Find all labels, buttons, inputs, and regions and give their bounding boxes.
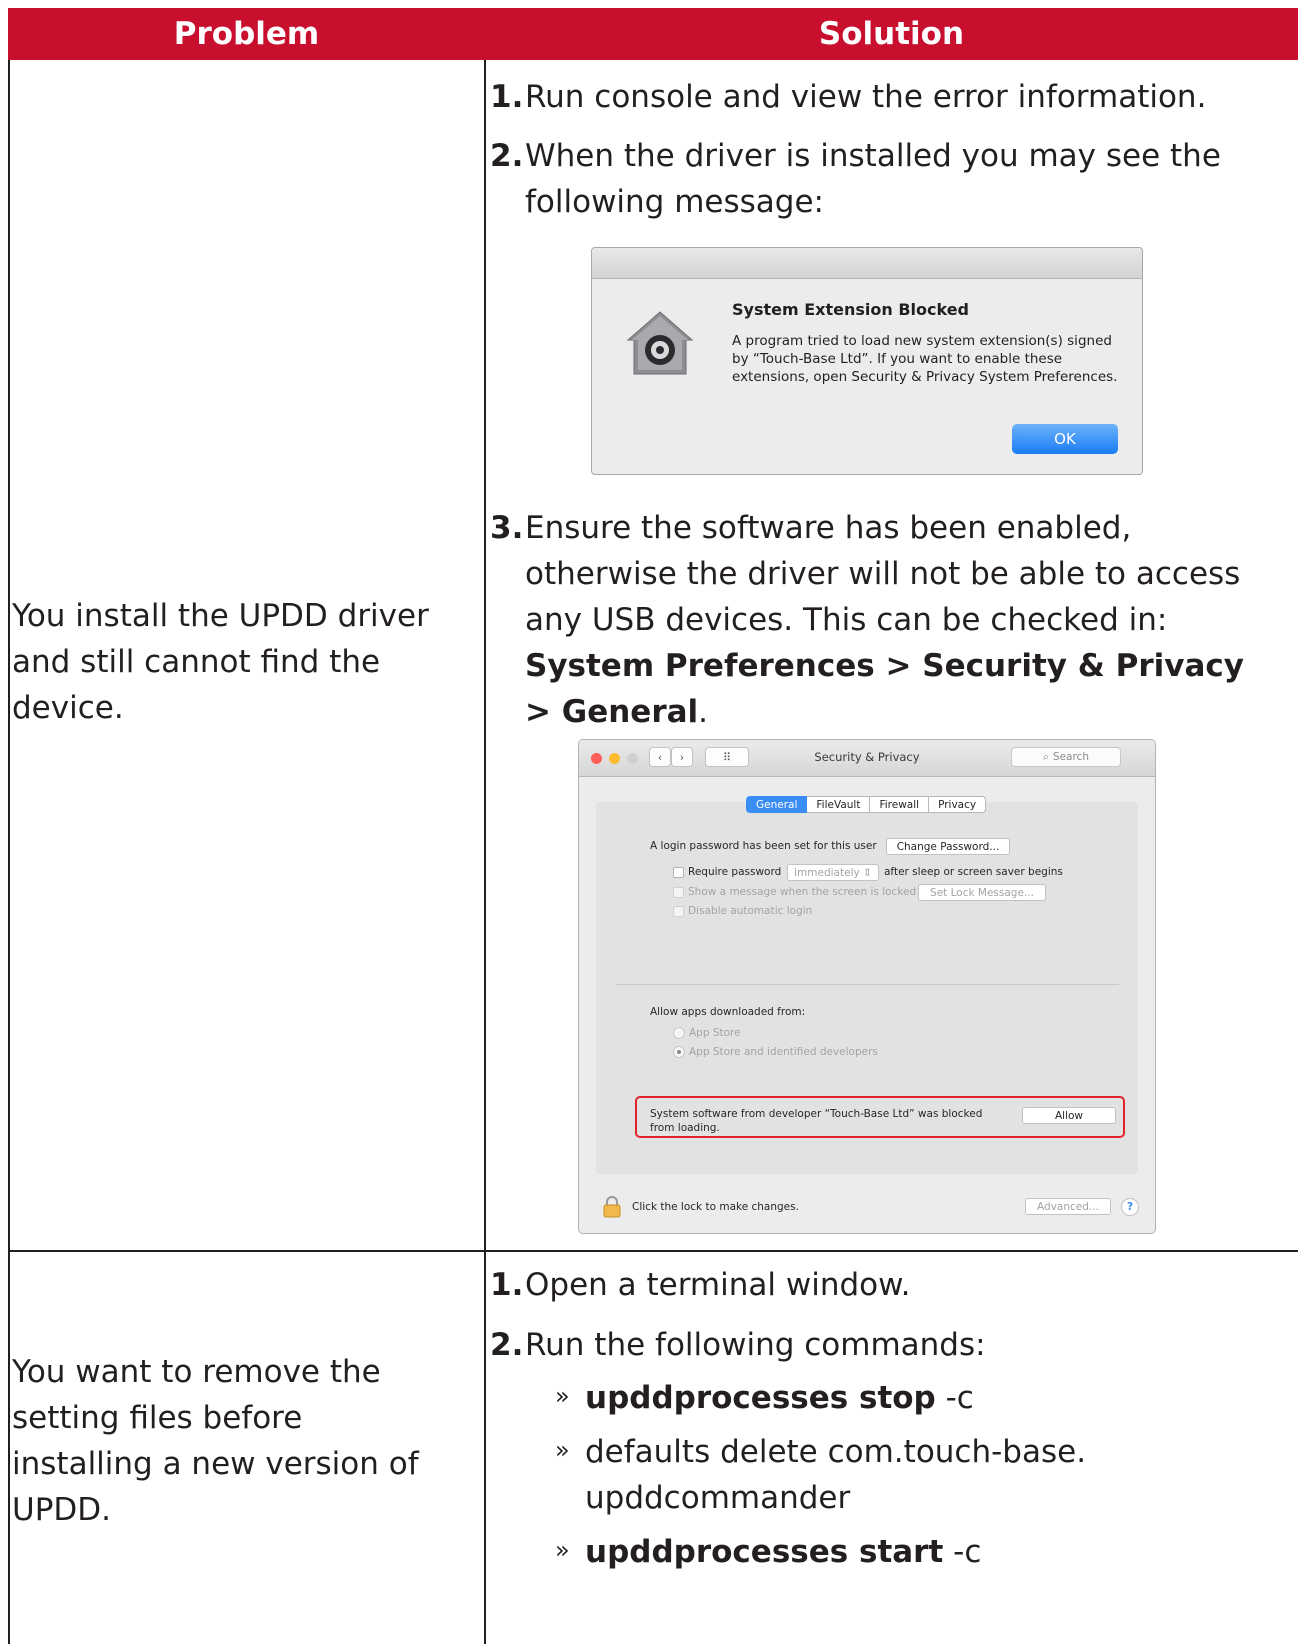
step-number: 2. xyxy=(490,138,524,174)
show-message-label: Show a message when the screen is locked xyxy=(688,886,917,898)
row2-step-2: 2. Run the following commands: xyxy=(490,1322,1250,1368)
after-sleep-label: after sleep or screen saver begins xyxy=(884,866,1063,878)
problem-cell-1: You install the UPDD driver and still ca… xyxy=(12,598,429,726)
step-text-b: . xyxy=(698,694,709,730)
bullet-icon: » xyxy=(555,1536,570,1564)
row2-step-1: 1. Open a terminal window. xyxy=(490,1262,1250,1308)
table-column-divider xyxy=(484,60,486,1644)
bullet-icon: » xyxy=(555,1436,570,1464)
table-row-divider xyxy=(8,1250,1298,1252)
step-text: When the driver is installed you may see… xyxy=(525,138,1221,220)
app-store-label: App Store xyxy=(689,1027,741,1039)
disable-login-label: Disable automatic login xyxy=(688,905,813,917)
step-number: 1. xyxy=(490,1267,524,1303)
command-1-flag: -c xyxy=(935,1380,974,1416)
allow-apps-label: Allow apps downloaded from: xyxy=(650,1006,806,1018)
identified-developers-label: App Store and identified developers xyxy=(689,1046,878,1058)
app-store-radio[interactable] xyxy=(673,1027,685,1039)
row1-step-1: 1. Run console and view the error inform… xyxy=(490,74,1250,120)
password-delay-value: immediately xyxy=(794,866,860,879)
command-1-bold: upddprocesses stop xyxy=(585,1380,936,1416)
command-1: » upddprocesses stop -c xyxy=(555,1375,1225,1421)
tab-privacy[interactable]: Privacy xyxy=(929,796,987,813)
highlight-box xyxy=(635,1096,1125,1138)
security-house-lock-icon xyxy=(626,311,694,375)
step-text-a: Ensure the software has been enabled, ot… xyxy=(525,510,1241,638)
require-password-checkbox[interactable] xyxy=(673,867,684,878)
step-text: Ensure the software has been enabled, ot… xyxy=(525,505,1250,735)
search-icon: ⌕ xyxy=(1043,750,1049,763)
tab-firewall[interactable]: Firewall xyxy=(870,796,930,813)
help-icon: ? xyxy=(1126,1201,1134,1213)
step-number: 2. xyxy=(490,1327,524,1363)
search-placeholder: Search xyxy=(1052,751,1089,763)
solution-header: Solution xyxy=(485,8,1298,60)
help-button[interactable]: ? xyxy=(1121,1198,1139,1216)
step-number: 3. xyxy=(490,510,524,546)
step-text: Run console and view the error informati… xyxy=(525,79,1207,115)
identified-developers-radio[interactable] xyxy=(673,1046,685,1058)
step-text: Run the following commands: xyxy=(525,1327,986,1363)
login-password-label: A login password has been set for this u… xyxy=(650,840,877,852)
dialog-title: System Extension Blocked xyxy=(732,300,969,319)
tab-filevault[interactable]: FileVault xyxy=(807,796,871,813)
problem-cell-2: You want to remove the setting files bef… xyxy=(12,1354,419,1528)
change-password-button[interactable]: Change Password... xyxy=(886,838,1010,855)
select-arrows-icon: ⇕ xyxy=(863,866,872,879)
step-text: Open a terminal window. xyxy=(525,1267,911,1303)
lock-icon[interactable] xyxy=(601,1196,623,1218)
settings-path: System Preferences > Security & Privacy … xyxy=(525,648,1244,730)
step-number: 1. xyxy=(490,79,524,115)
password-delay-select[interactable]: immediately ⇕ xyxy=(787,864,879,881)
tab-bar: General FileVault Firewall Privacy xyxy=(746,796,987,813)
system-extension-blocked-dialog: System Extension Blocked A program tried… xyxy=(591,247,1143,475)
show-message-checkbox[interactable] xyxy=(673,887,684,898)
dialog-message: A program tried to load new system exten… xyxy=(732,333,1118,385)
command-3: » upddprocesses start -c xyxy=(555,1529,1225,1575)
window-toolbar: ‹ › ⠿ Security & Privacy ⌕ Search xyxy=(579,740,1155,777)
dialog-titlebar xyxy=(592,248,1142,279)
tab-general[interactable]: General xyxy=(746,796,808,813)
ok-button[interactable]: OK xyxy=(1012,424,1118,454)
command-3-flag: -c xyxy=(943,1534,982,1570)
section-divider xyxy=(616,984,1119,985)
command-3-bold: upddprocesses start xyxy=(585,1534,944,1570)
row1-step-3: 3. Ensure the software has been enabled,… xyxy=(490,505,1250,735)
disable-login-checkbox[interactable] xyxy=(673,906,684,917)
advanced-button[interactable]: Advanced... xyxy=(1025,1198,1111,1215)
set-lock-message-button[interactable]: Set Lock Message... xyxy=(918,884,1046,901)
problem-header: Problem xyxy=(8,8,485,60)
command-2-text: defaults delete com.touch-base. upddcomm… xyxy=(585,1434,1087,1516)
search-field[interactable]: ⌕ Search xyxy=(1011,747,1121,767)
lock-label: Click the lock to make changes. xyxy=(632,1201,799,1213)
command-2: » defaults delete com.touch-base. upddco… xyxy=(555,1429,1225,1521)
table-border-left xyxy=(8,60,10,1644)
require-password-label: Require password xyxy=(688,866,782,878)
row1-step-2: 2. When the driver is installed you may … xyxy=(490,133,1250,225)
bullet-icon: » xyxy=(555,1382,570,1410)
security-privacy-window: ‹ › ⠿ Security & Privacy ⌕ Search A logi… xyxy=(578,739,1156,1234)
